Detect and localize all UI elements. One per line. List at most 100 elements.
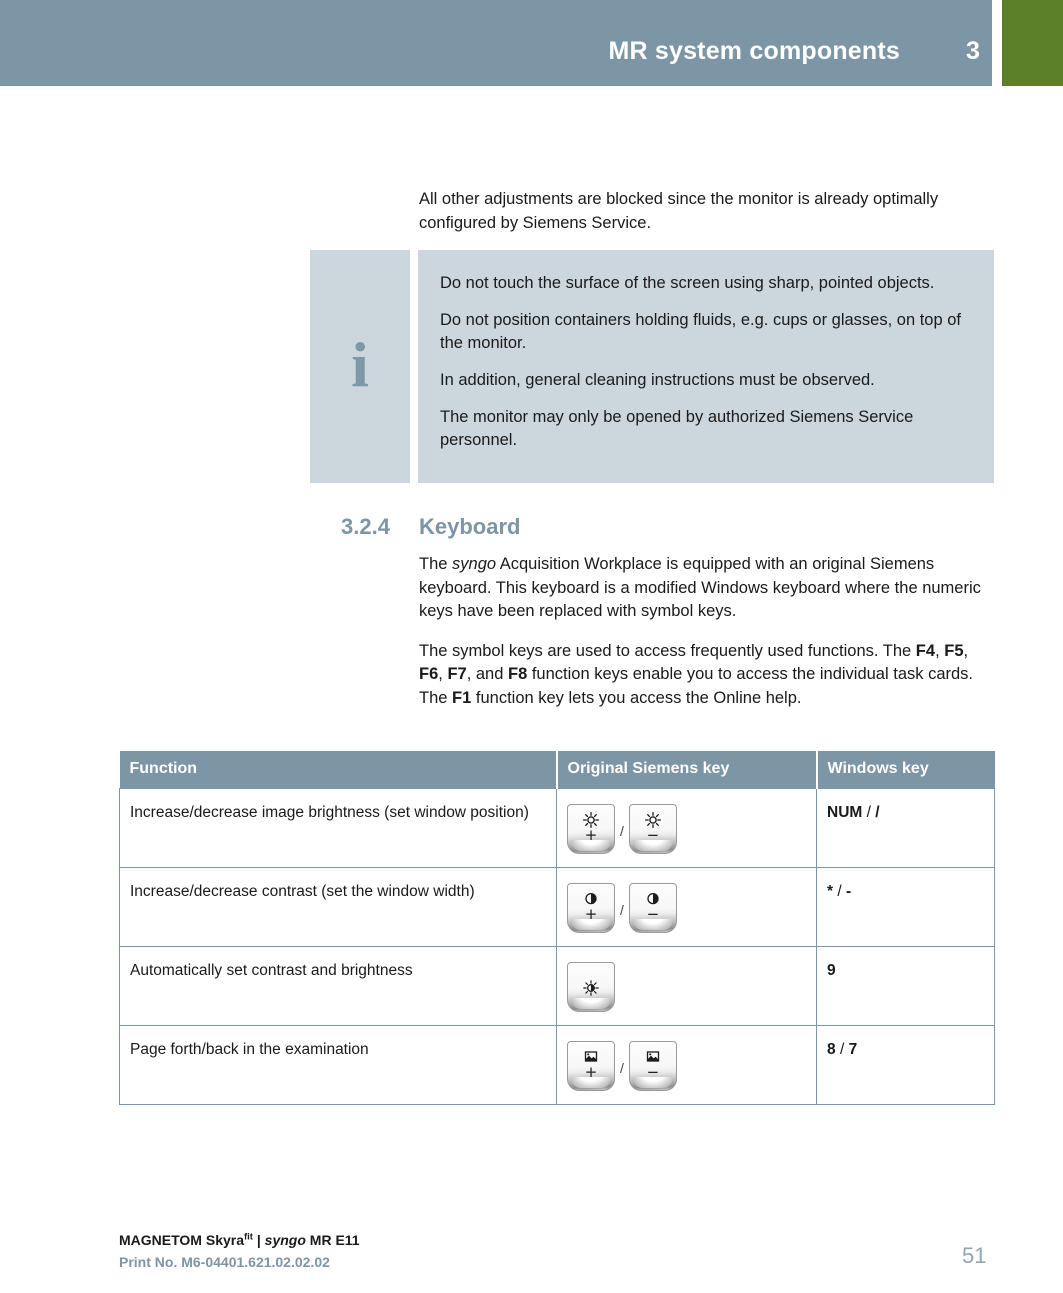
keycap-separator: /: [620, 823, 624, 839]
keycap-sign: +: [584, 1063, 598, 1081]
keyboard-paragraph-1: The syngo Acquisition Workplace is equip…: [419, 553, 995, 624]
keycap-separator: /: [620, 902, 624, 918]
kb-p1-syngo: syngo: [452, 555, 497, 573]
info-icon-panel: i: [310, 250, 410, 483]
keycap-brightness-increase: +: [567, 804, 615, 854]
header-inner: MR system components 3: [608, 37, 992, 66]
win-key-b: 7: [848, 1041, 858, 1058]
cell-function: Increase/decrease contrast (set the wind…: [119, 867, 557, 947]
info-note-body: Do not touch the surface of the screen u…: [418, 250, 994, 483]
keyboard-paragraph-2: The symbol keys are used to access frequ…: [419, 640, 995, 711]
footer-product-tail: MR E11: [305, 1232, 360, 1248]
cell-original-key: + / −: [556, 788, 817, 868]
windows-key-value: NUM / /: [827, 804, 880, 821]
table-row: Increase/decrease image brightness (set …: [119, 788, 995, 868]
key-f8: F8: [508, 665, 528, 683]
cell-original-key: + / −: [556, 1025, 817, 1105]
cell-function: Automatically set contrast and brightnes…: [119, 946, 557, 1026]
keycap-sign: −: [646, 905, 660, 923]
intro-paragraph-block: All other adjustments are blocked since …: [419, 188, 995, 251]
footer-product-line: MAGNETOM Skyrafit | syngo MR E11: [119, 1232, 994, 1248]
keycap-contrast-decrease: −: [628, 883, 677, 933]
win-key-sep: /: [866, 804, 871, 821]
keycap-group: [567, 960, 808, 1012]
keycap-group: + / −: [567, 1039, 808, 1091]
kb-p2-s2: ,: [963, 641, 969, 660]
kb-p2-s1: ,: [935, 641, 945, 660]
footer-syngo: syngo: [264, 1232, 306, 1248]
note-line: Do not position containers holding fluid…: [440, 311, 961, 352]
kb-p2-s4: , and: [466, 665, 508, 683]
key-f4: F4: [915, 641, 936, 660]
key-f5: F5: [944, 641, 964, 660]
win-key-b: -: [845, 883, 852, 900]
cell-windows-key: 8 / 7: [816, 1025, 995, 1105]
win-key-a: *: [827, 883, 834, 900]
cell-function: Page forth/back in the examination: [119, 1025, 557, 1105]
page-footer: MAGNETOM Skyrafit | syngo MR E11 Print N…: [119, 1232, 994, 1270]
key-f6: F6: [419, 665, 439, 683]
win-key-sep: /: [839, 1041, 845, 1058]
windows-key-value: * / -: [827, 883, 851, 900]
note-line: Do not touch the surface of the screen u…: [440, 274, 935, 292]
kb-p2-a: The symbol keys are used to access frequ…: [419, 641, 916, 660]
note-line: The monitor may only be opened by author…: [440, 408, 914, 449]
cell-function: Increase/decrease image brightness (set …: [119, 788, 557, 868]
keyboard-function-table: Function Original Siemens key Windows ke…: [119, 751, 995, 1105]
keycap-brightness-decrease: −: [628, 804, 677, 854]
cell-windows-key: * / -: [816, 867, 995, 947]
windows-key-value: 8 / 7: [827, 1041, 857, 1058]
cell-original-key: [556, 946, 817, 1026]
table-row: Increase/decrease contrast (set the wind…: [119, 867, 995, 947]
keycap-page-back: −: [628, 1041, 677, 1091]
win-key-a: 9: [827, 962, 836, 979]
keycap-contrast-increase: +: [567, 883, 615, 933]
section-body: The syngo Acquisition Workplace is equip…: [419, 553, 995, 726]
table-row: Page forth/back in the examination + / −…: [119, 1025, 995, 1105]
footer-separator: |: [252, 1232, 265, 1248]
keycap-sign: −: [646, 1063, 660, 1081]
info-note-box: i Do not touch the surface of the screen…: [310, 250, 994, 483]
page-title: MR system components: [608, 37, 900, 65]
footer-product: MAGNETOM Skyra: [119, 1232, 244, 1248]
kb-p1-a: The: [419, 555, 453, 573]
cell-original-key: + / −: [556, 867, 817, 947]
key-f1: F1: [452, 688, 472, 707]
page-header: MR system components 3: [0, 0, 992, 86]
footer-print-number: Print No. M6-04401.621.02.02.02: [119, 1254, 330, 1270]
cell-windows-key: NUM / /: [816, 788, 995, 868]
keycap-auto-contrast-brightness: [567, 962, 615, 1012]
key-f7: F7: [447, 665, 467, 683]
keycap-sign: −: [646, 826, 660, 844]
win-key-sep: /: [837, 883, 842, 900]
chapter-number: 3: [966, 37, 980, 65]
column-header-original-key: Original Siemens key: [555, 751, 817, 789]
kb-p2-c: function key lets you access the Online …: [471, 688, 802, 707]
keycap-sign: +: [584, 905, 598, 923]
page-number: 51: [962, 1243, 987, 1268]
footer-product-superscript: fit: [244, 1231, 253, 1243]
cell-windows-key: 9: [816, 946, 995, 1026]
windows-key-value: 9: [827, 962, 836, 979]
keycap-group: + / −: [567, 881, 808, 933]
column-header-function: Function: [119, 751, 557, 789]
table-row: Automatically set contrast and brightnes…: [119, 946, 995, 1026]
win-key-b: /: [875, 804, 880, 821]
section-number: 3.2.4: [341, 514, 390, 539]
info-i-icon: i: [351, 328, 369, 400]
chapter-tab: [1002, 0, 1063, 86]
win-key-a: 8: [827, 1041, 836, 1058]
note-line: In addition, general cleaning instructio…: [440, 371, 875, 389]
win-key-a: NUM: [827, 804, 863, 821]
keycap-page-forth: +: [567, 1041, 615, 1091]
keycap-group: + / −: [567, 802, 808, 854]
table-header-row: Function Original Siemens key Windows ke…: [119, 751, 995, 789]
section-heading: 3.2.4 Keyboard: [341, 514, 995, 540]
section-title: Keyboard: [419, 514, 521, 539]
keycap-separator: /: [620, 1060, 624, 1076]
keycap-sign: +: [584, 826, 598, 844]
column-header-windows-key: Windows key: [815, 751, 995, 789]
intro-paragraph: All other adjustments are blocked since …: [419, 190, 939, 232]
auto-contrast-brightness-icon: [580, 978, 602, 998]
kb-p1-b: Acquisition Workplace is equipped with a…: [419, 555, 981, 620]
